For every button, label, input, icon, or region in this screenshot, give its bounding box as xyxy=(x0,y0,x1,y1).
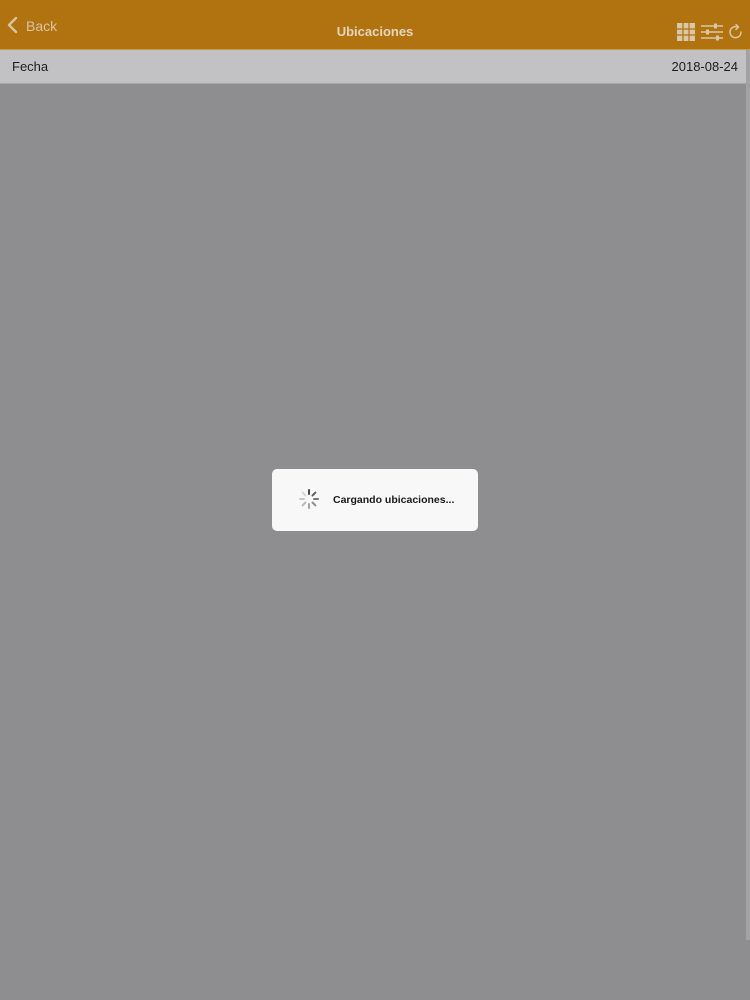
scrollbar[interactable] xyxy=(746,50,750,940)
chevron-left-icon xyxy=(6,15,22,35)
date-selector-row[interactable]: Fecha 2018-08-24 xyxy=(0,50,746,84)
grid-icon[interactable] xyxy=(676,22,696,42)
date-value[interactable]: 2018-08-24 xyxy=(672,50,739,84)
date-label: Fecha xyxy=(12,59,49,74)
navigation-bar: Back Ubicaciones xyxy=(0,0,750,50)
toolbar-actions xyxy=(672,0,744,50)
back-label: Back xyxy=(26,18,58,34)
loading-message: Cargando ubicaciones... xyxy=(333,494,455,506)
back-button[interactable]: Back xyxy=(6,0,57,50)
refresh-icon[interactable] xyxy=(728,23,744,41)
loading-dialog: Cargando ubicaciones... xyxy=(272,469,478,531)
sliders-icon[interactable] xyxy=(700,22,724,42)
page-title: Ubicaciones xyxy=(336,24,414,39)
locations-content-area xyxy=(0,84,750,1000)
spinner-icon xyxy=(298,488,320,510)
